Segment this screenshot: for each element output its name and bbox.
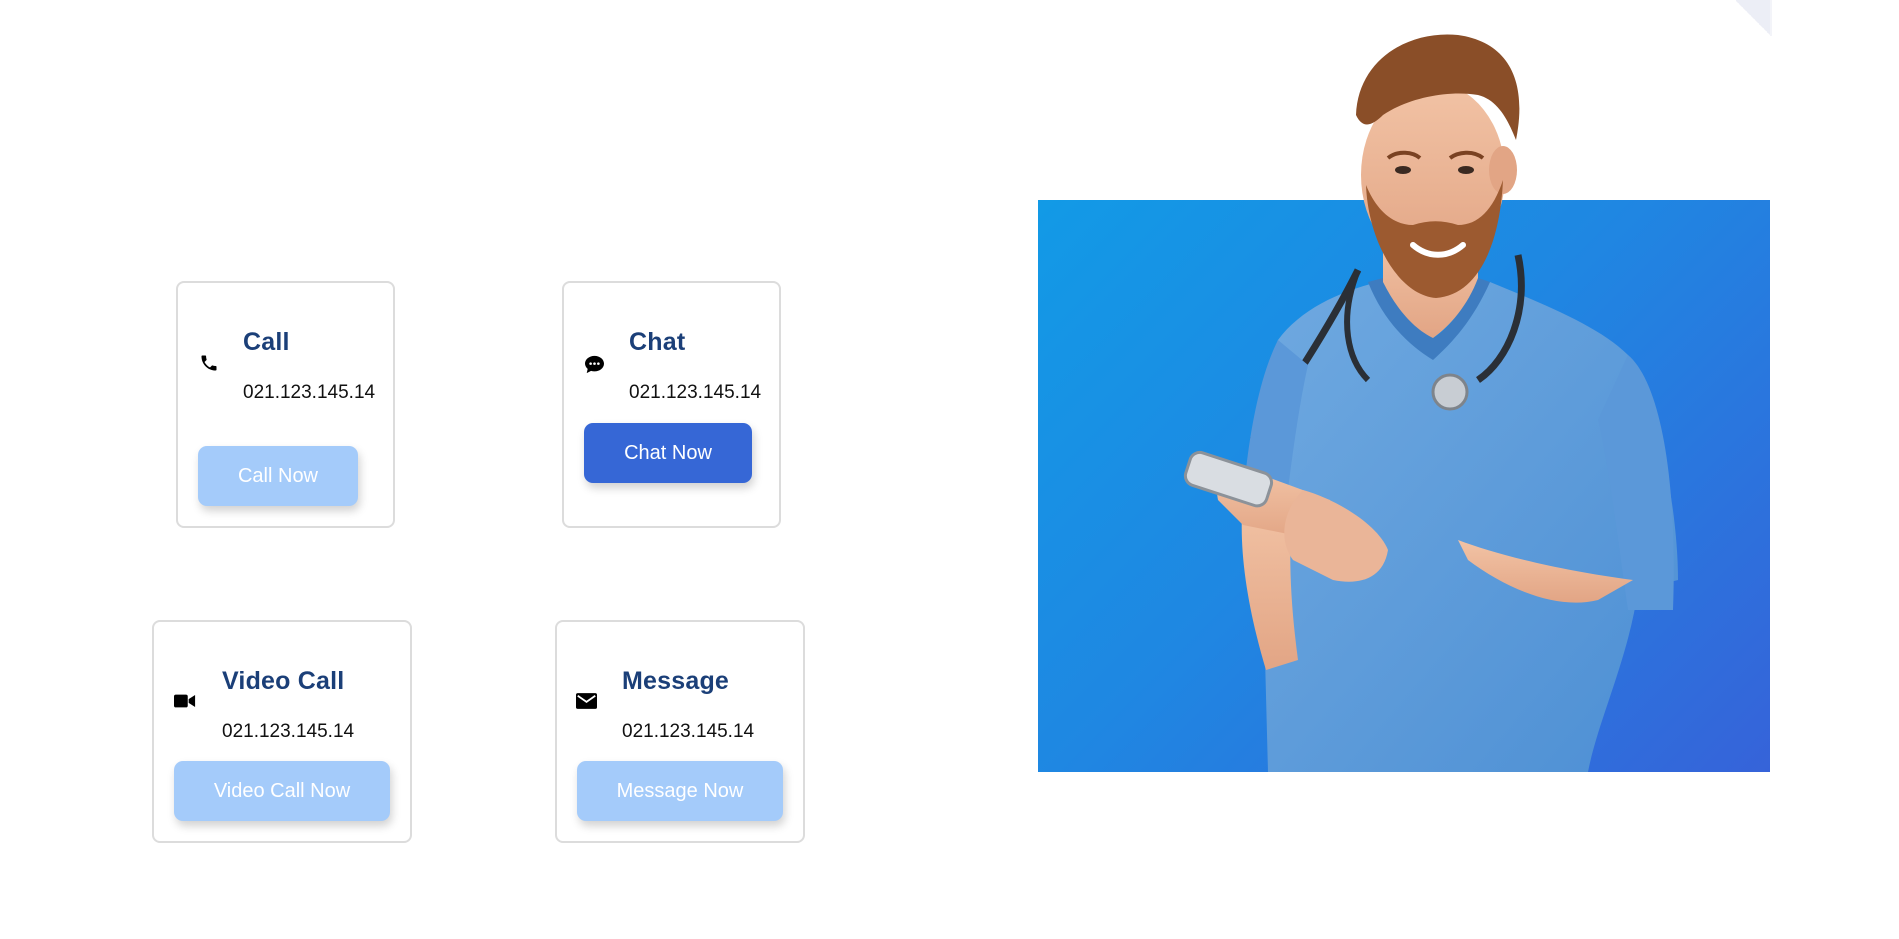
call-card: Call 021.123.145.14 Call Now (176, 281, 395, 528)
video-call-phone-number: 021.123.145.14 (222, 721, 355, 742)
contact-section: Call 021.123.145.14 Call Now Chat 021.12… (0, 0, 1899, 939)
call-phone-number: 021.123.145.14 (243, 382, 376, 403)
video-call-card: Video Call 021.123.145.14 Video Call Now (152, 620, 412, 843)
doctor-with-phone-photo (1183, 34, 1678, 772)
message-card: Message 021.123.145.14 Message Now (555, 620, 805, 843)
video-camera-icon (174, 690, 196, 712)
chat-now-button[interactable]: Chat Now (584, 423, 752, 483)
chat-phone-number: 021.123.145.14 (629, 382, 762, 403)
video-call-now-button[interactable]: Video Call Now (174, 761, 390, 821)
call-now-button[interactable]: Call Now (198, 446, 358, 506)
message-phone-number: 021.123.145.14 (622, 721, 755, 742)
chat-bubble-icon (583, 353, 605, 375)
envelope-icon (575, 690, 597, 712)
phone-icon (198, 352, 220, 374)
message-now-button[interactable]: Message Now (577, 761, 783, 821)
chat-card: Chat 021.123.145.14 Chat Now (562, 281, 781, 528)
chat-title: Chat (629, 328, 686, 356)
video-call-title: Video Call (222, 667, 345, 695)
message-title: Message (622, 667, 730, 695)
edge-decoration (1770, 0, 1772, 36)
call-title: Call (243, 328, 290, 356)
